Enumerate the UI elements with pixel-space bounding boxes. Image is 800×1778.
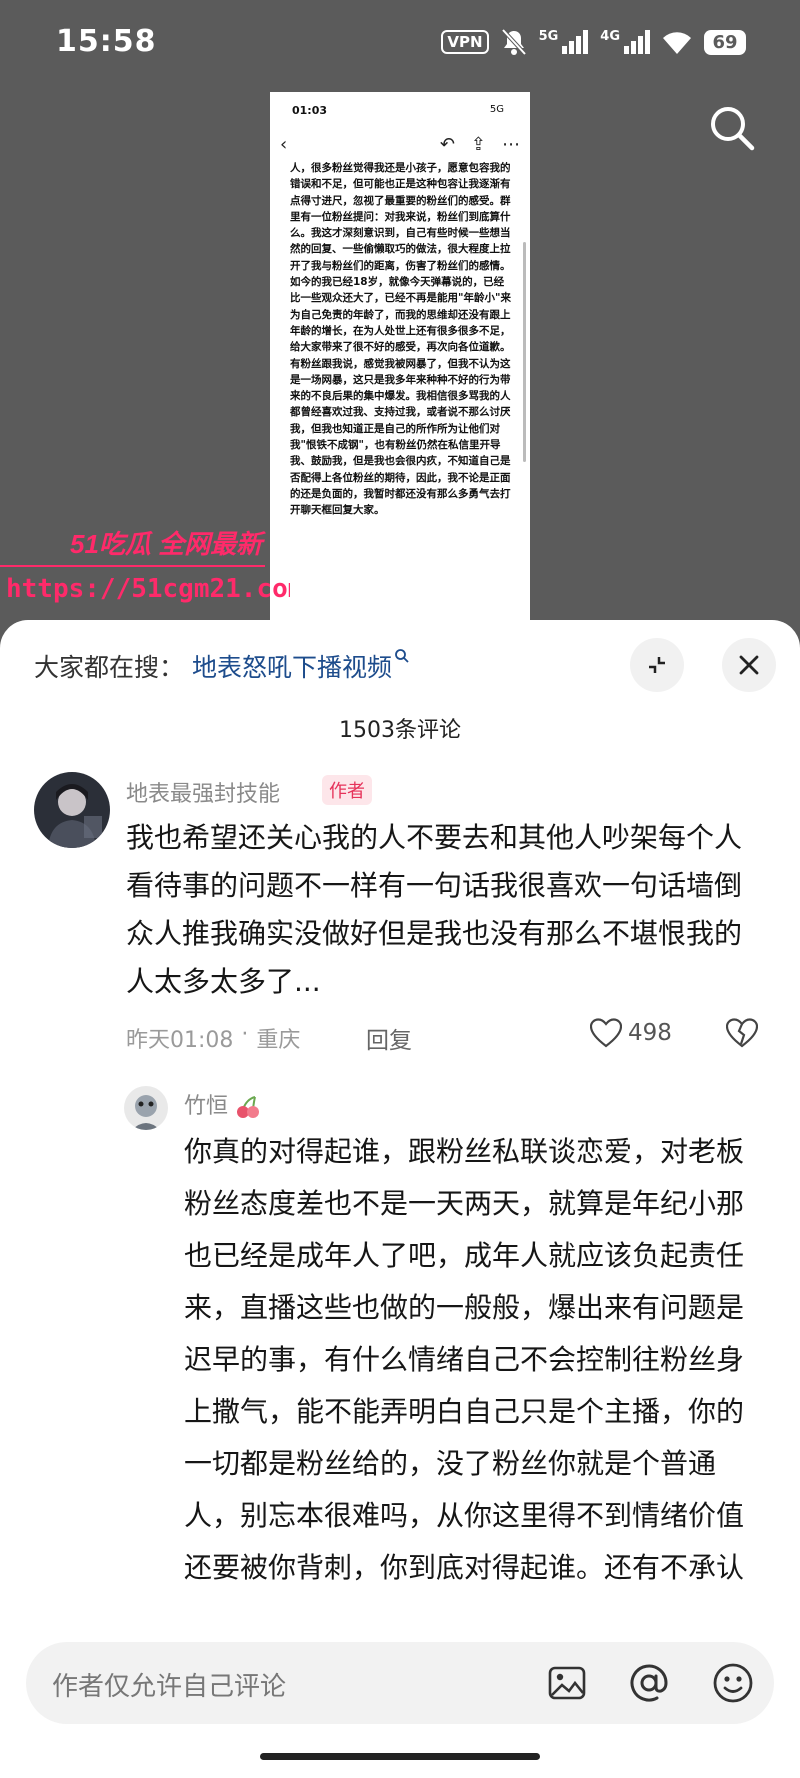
home-indicator bbox=[260, 1753, 540, 1760]
heart-icon bbox=[590, 1018, 622, 1048]
close-icon bbox=[739, 655, 759, 675]
vpn-badge: VPN bbox=[441, 30, 489, 54]
comment-time: 昨天01:08 bbox=[126, 1028, 234, 1053]
search-suggestion-link[interactable]: 地表怒吼下播视频 bbox=[192, 653, 392, 682]
reply-text: 你真的对得起谁，跟粉丝私联谈恋爱，对老板粉丝态度差也不是一天两天，就算是年纪小那… bbox=[184, 1135, 745, 1584]
watermark-logo: 51吃瓜 全网最新 https://51cgm21.com bbox=[0, 529, 290, 604]
background-screenshot: 01:03 5G ‹ ↶ ⇪ ⋯ 人，很多粉丝觉得我还是小孩子，愿意包容我的错误… bbox=[270, 92, 530, 622]
search-suggestion: 大家都在搜： 地表怒吼下播视频 bbox=[34, 648, 410, 684]
embedded-time: 01:03 bbox=[292, 104, 328, 117]
sheet-header: 大家都在搜： 地表怒吼下播视频 bbox=[0, 620, 800, 710]
network-label-2: 4G bbox=[600, 28, 620, 44]
share-icon: ⇪ bbox=[470, 133, 486, 155]
at-icon bbox=[630, 1664, 668, 1702]
reply-username[interactable]: 竹恒 bbox=[184, 1088, 261, 1120]
status-time: 15:58 bbox=[56, 24, 157, 59]
emoji-icon bbox=[713, 1663, 753, 1703]
embedded-network: 5G bbox=[489, 104, 504, 115]
embedded-article-text: 人，很多粉丝觉得我还是小孩子，愿意包容我的错误和不足，但可能也正是这种包容让我逐… bbox=[290, 162, 511, 517]
status-bar: 15:58 VPN 5G 4G 69 bbox=[0, 0, 800, 90]
wifi-icon bbox=[663, 32, 691, 54]
signal-icon bbox=[562, 30, 589, 54]
comment-text: 我也希望还关心我的人不要去和其他人吵架每个人看待事的问题不一样有一句话我很喜欢一… bbox=[126, 821, 743, 998]
author-avatar-image bbox=[34, 772, 110, 848]
search-prefix: 大家都在搜： bbox=[34, 653, 185, 682]
dislike-button[interactable] bbox=[725, 1018, 759, 1052]
network-label-1: 5G bbox=[538, 28, 559, 44]
avatar[interactable] bbox=[34, 772, 110, 848]
watermark-url: https://51cgm21.com bbox=[6, 574, 290, 604]
search-icon bbox=[711, 107, 755, 151]
like-count: 498 bbox=[628, 1020, 672, 1046]
collapse-button[interactable] bbox=[630, 638, 684, 692]
image-icon bbox=[548, 1666, 586, 1700]
broken-heart-icon bbox=[725, 1018, 759, 1048]
reply-username-text: 竹恒 bbox=[184, 1094, 229, 1119]
author-badge: 作者 bbox=[322, 775, 372, 805]
battery-indicator: 69 bbox=[704, 29, 746, 55]
comment-input-placeholder: 作者仅允许自己评论 bbox=[52, 1672, 287, 1702]
undo-icon: ↶ bbox=[439, 133, 455, 155]
collapse-icon bbox=[649, 657, 665, 673]
mention-button[interactable] bbox=[626, 1660, 672, 1706]
comment-meta: 昨天01:08 · 重庆 bbox=[126, 1022, 300, 1054]
cherry-icon bbox=[237, 1096, 260, 1118]
close-button[interactable] bbox=[722, 638, 776, 692]
small-search-icon bbox=[395, 649, 409, 663]
more-icon: ⋯ bbox=[502, 133, 520, 155]
back-icon: ‹ bbox=[280, 133, 288, 155]
signal-icon-2 bbox=[624, 30, 650, 54]
watermark-brand: 51吃瓜 全网最新 bbox=[70, 529, 266, 559]
search-button[interactable] bbox=[704, 100, 760, 156]
image-button[interactable] bbox=[544, 1660, 590, 1706]
reply-avatar[interactable] bbox=[124, 1086, 168, 1130]
comment-input-bar[interactable]: 作者仅允许自己评论 bbox=[26, 1642, 774, 1724]
mute-bell-icon bbox=[501, 28, 527, 56]
reply-button[interactable]: 回复 bbox=[366, 1021, 412, 1055]
status-icons: VPN 5G 4G 69 bbox=[441, 28, 746, 56]
emoji-button[interactable] bbox=[710, 1660, 756, 1706]
reply-avatar-image bbox=[124, 1086, 168, 1130]
comment-sheet: 大家都在搜： 地表怒吼下播视频 1503条评论 地表最强封技能 作者 我也希望还关… bbox=[0, 620, 800, 1778]
embedded-nav: ‹ ↶ ⇪ ⋯ bbox=[280, 128, 520, 160]
like-button[interactable]: 498 bbox=[590, 1018, 672, 1048]
comment-username[interactable]: 地表最强封技能 bbox=[126, 776, 280, 808]
meta-separator: · bbox=[241, 1022, 249, 1047]
comment-location: 重庆 bbox=[256, 1028, 301, 1053]
comment-count: 1503条评论 bbox=[339, 718, 461, 743]
embedded-scrollbar bbox=[523, 242, 526, 462]
